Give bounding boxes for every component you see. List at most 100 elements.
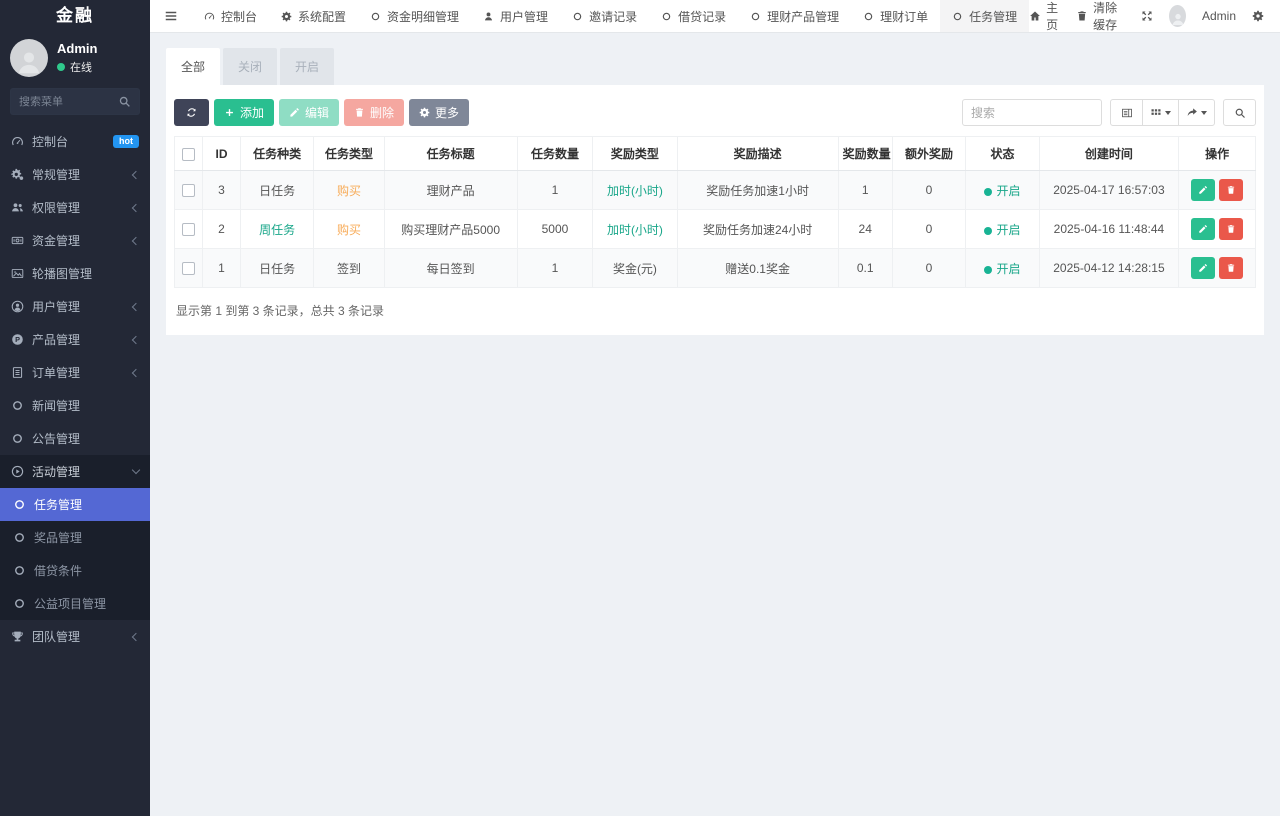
trophy-icon bbox=[11, 630, 24, 643]
row-checkbox[interactable] bbox=[182, 262, 196, 276]
sidebar-item-funds[interactable]: 资金管理 bbox=[0, 224, 150, 257]
filter-tab-closed[interactable]: 关闭 bbox=[223, 48, 278, 85]
topnav-tab-wealth-orders[interactable]: 理财订单 bbox=[851, 0, 940, 32]
topnav-tab-wealth-products[interactable]: 理财产品管理 bbox=[738, 0, 851, 32]
avatar[interactable] bbox=[1169, 5, 1186, 27]
status-dot bbox=[984, 265, 993, 274]
sidebar-item-permission[interactable]: 权限管理 bbox=[0, 191, 150, 224]
chevron-left-icon bbox=[131, 302, 141, 311]
home-link[interactable]: 主页 bbox=[1029, 0, 1060, 33]
row-select-cell bbox=[173, 170, 204, 210]
search-button[interactable] bbox=[1223, 99, 1256, 126]
sidebar-item-charity-label: 公益项目管理 bbox=[34, 597, 107, 611]
hamburger-icon[interactable] bbox=[150, 0, 192, 32]
dashboard-icon bbox=[204, 11, 215, 22]
play-circle-icon bbox=[11, 465, 24, 478]
columns-button[interactable] bbox=[1142, 99, 1179, 126]
row-checkbox[interactable] bbox=[182, 223, 196, 237]
sidebar-item-products-label: 产品管理 bbox=[32, 333, 81, 347]
topnav-tab-fund-details[interactable]: 资金明细管理 bbox=[358, 0, 471, 32]
reward-type: 加时(小时) bbox=[592, 170, 678, 210]
topnav-tab-label: 理财订单 bbox=[880, 9, 929, 24]
chevron-down-icon bbox=[1201, 111, 1207, 118]
sidebar-item-activity[interactable]: 活动管理 bbox=[0, 455, 150, 488]
edit-button[interactable]: 编辑 bbox=[279, 99, 340, 126]
chevron-left-icon bbox=[131, 170, 141, 179]
task-type: 签到 bbox=[313, 248, 385, 288]
row-delete-button[interactable] bbox=[1219, 218, 1244, 240]
sidebar-item-banner[interactable]: 轮播图管理 bbox=[0, 257, 150, 290]
topnav-tab-invite-records[interactable]: 邀请记录 bbox=[560, 0, 649, 32]
column-header: 创建时间 bbox=[1038, 136, 1180, 171]
sidebar-item-loan-terms[interactable]: 借贷条件 bbox=[0, 554, 150, 587]
chevron-left-icon bbox=[131, 368, 141, 377]
row-id: 2 bbox=[202, 209, 241, 249]
sidebar-item-tasks[interactable]: 任务管理 bbox=[0, 488, 150, 521]
sidebar-item-team[interactable]: 团队管理 bbox=[0, 620, 150, 653]
sidebar-item-dashboard[interactable]: 控制台 hot bbox=[0, 125, 150, 158]
fullscreen-icon[interactable] bbox=[1141, 10, 1153, 22]
sidebar-item-orders[interactable]: 订单管理 bbox=[0, 356, 150, 389]
filter-tab-open[interactable]: 开启 bbox=[280, 48, 335, 85]
more-button[interactable]: 更多 bbox=[409, 99, 470, 126]
reward-count: 24 bbox=[837, 209, 893, 249]
toolbar-right bbox=[962, 99, 1256, 126]
search-icon bbox=[118, 95, 131, 108]
user-name: Admin bbox=[57, 41, 98, 56]
sidebar-search-input[interactable] bbox=[19, 95, 118, 108]
extra-reward: 0 bbox=[891, 170, 967, 210]
topnav-tab-system-config[interactable]: 系统配置 bbox=[269, 0, 358, 32]
add-button[interactable]: 添加 bbox=[214, 99, 275, 126]
chevron-left-icon bbox=[131, 236, 141, 245]
card-view-icon bbox=[1121, 107, 1133, 119]
gear-icon bbox=[281, 11, 292, 22]
refresh-button[interactable] bbox=[174, 99, 209, 126]
row-edit-button[interactable] bbox=[1191, 218, 1216, 240]
table-search-input[interactable] bbox=[962, 99, 1102, 126]
users-icon bbox=[11, 201, 24, 214]
sidebar-item-charity[interactable]: 公益项目管理 bbox=[0, 587, 150, 620]
column-header: 状态 bbox=[965, 136, 1040, 171]
tasks-table: ID 任务种类 任务类型 任务标题 任务数量 奖励类型 奖励描述 奖励数量 额外奖励 状态 创建时间… bbox=[173, 136, 1256, 288]
sidebar-item-products[interactable]: P 产品管理 bbox=[0, 323, 150, 356]
task-count: 5000 bbox=[516, 209, 594, 249]
row-delete-button[interactable] bbox=[1219, 257, 1244, 279]
avatar bbox=[10, 39, 48, 77]
clear-cache-link[interactable]: 清除缓存 bbox=[1076, 0, 1125, 33]
topnav-tab-label: 借贷记录 bbox=[678, 9, 727, 24]
topnav-tab-task-mgmt[interactable]: 任务管理 bbox=[940, 0, 1030, 32]
created-time: 2025-04-16 11:48:44 bbox=[1038, 209, 1180, 249]
sidebar: 金融 Admin 在线 控制台 hot 常规管理权限管理资金管理轮播图管理用户管理 P… bbox=[0, 0, 150, 816]
topnav-tab-loan-records[interactable]: 借贷记录 bbox=[649, 0, 738, 32]
topnav-tab-user-mgmt[interactable]: 用户管理 bbox=[471, 0, 560, 32]
plus-icon bbox=[224, 107, 235, 118]
export-button[interactable] bbox=[1178, 99, 1215, 126]
user-status: 在线 bbox=[57, 59, 97, 75]
topnav-tab-dashboard[interactable]: 控制台 bbox=[192, 0, 269, 32]
filter-tab-all[interactable]: 全部 bbox=[166, 48, 221, 85]
sidebar-item-notice[interactable]: 公告管理 bbox=[0, 422, 150, 455]
toggle-view-button[interactable] bbox=[1110, 99, 1143, 126]
main-area: 控制台 系统配置 资金明细管理 用户管理 邀请记录 借贷记录 理财产品管理 理财订单 任务管理 … bbox=[150, 0, 1280, 816]
sidebar-item-general[interactable]: 常规管理 bbox=[0, 158, 150, 191]
order-icon bbox=[11, 366, 24, 379]
svg-text:P: P bbox=[15, 335, 20, 344]
topnav-tab-label: 理财产品管理 bbox=[767, 9, 840, 24]
sidebar-item-prizes-label: 奖品管理 bbox=[34, 531, 83, 545]
gears-icon[interactable] bbox=[1252, 10, 1264, 22]
clear-cache-label: 清除缓存 bbox=[1093, 1, 1118, 32]
row-delete-button[interactable] bbox=[1219, 179, 1244, 201]
row-checkbox[interactable] bbox=[182, 184, 196, 198]
admin-menu[interactable]: Admin bbox=[1202, 9, 1236, 23]
sidebar-item-prizes[interactable]: 奖品管理 bbox=[0, 521, 150, 554]
reward-type: 奖金(元) bbox=[592, 248, 678, 288]
row-edit-button[interactable] bbox=[1191, 257, 1216, 279]
row-edit-button[interactable] bbox=[1191, 179, 1216, 201]
sidebar-item-users[interactable]: 用户管理 bbox=[0, 290, 150, 323]
delete-button[interactable]: 删除 bbox=[344, 99, 405, 126]
row-select-cell bbox=[173, 209, 204, 249]
app-root: 金融 Admin 在线 控制台hot常规管理权限管理资金管理轮播图管理用户管理P… bbox=[0, 0, 1280, 816]
sidebar-item-news[interactable]: 新闻管理 bbox=[0, 389, 150, 422]
row-actions bbox=[1178, 170, 1256, 210]
select-all-checkbox[interactable] bbox=[182, 147, 196, 161]
